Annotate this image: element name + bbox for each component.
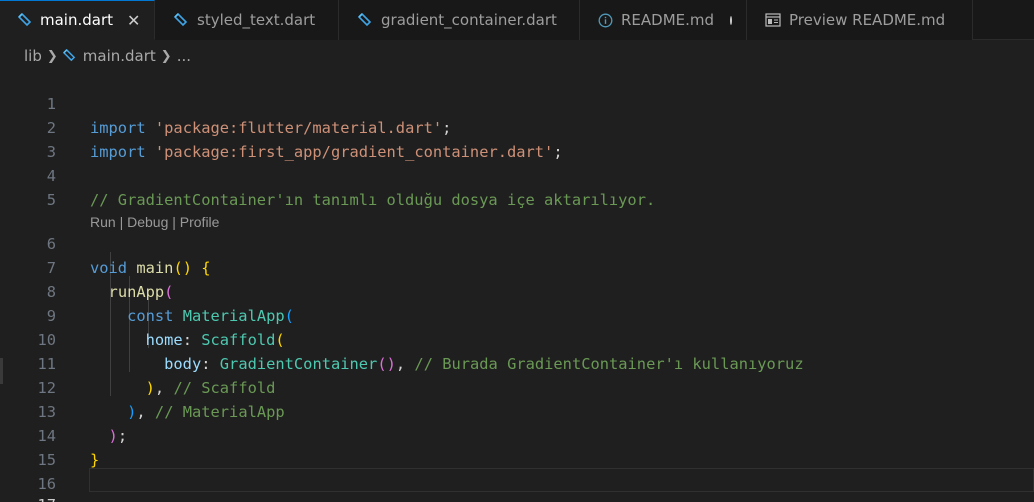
code-line: 14 } <box>0 400 1034 469</box>
tab-main-dart[interactable]: main.dart ✕ <box>0 0 155 40</box>
dart-icon <box>62 49 77 63</box>
tab-gradient-container-dart[interactable]: gradient_container.dart <box>339 0 580 40</box>
breadcrumb-symbols[interactable]: ... <box>177 47 191 65</box>
tab-label: main.dart <box>40 11 114 29</box>
code-line: 13 ); <box>0 376 1034 445</box>
dart-icon <box>173 12 189 28</box>
code-line: 12 ), // MaterialApp <box>0 352 1034 421</box>
chevron-right-icon: ❯ <box>46 48 58 64</box>
code-line: 6 void main() { <box>0 208 1034 277</box>
code-line: 11 ), // Scaffold <box>0 328 1034 397</box>
tab-readme-md[interactable]: README.md <box>580 0 747 40</box>
code-line: 3 <box>0 116 1034 161</box>
tab-label: README.md <box>621 11 715 29</box>
chevron-right-icon: ❯ <box>160 48 172 64</box>
code-line: 2 import 'package:first_app/gradient_con… <box>0 92 1034 161</box>
code-line: 7 runApp( <box>0 232 1034 301</box>
code-line: 8 const MaterialApp( <box>0 256 1034 325</box>
line-number: 17 <box>0 493 56 502</box>
breadcrumb: lib ❯ main.dart ❯ ... <box>0 44 191 68</box>
codelens-row: Run | Debug | Profile <box>0 186 1034 230</box>
tab-label: Preview README.md <box>789 11 946 29</box>
preview-icon <box>765 12 781 28</box>
code-line: 9 home: Scaffold( <box>0 280 1034 349</box>
dart-icon <box>18 12 32 28</box>
breadcrumb-file[interactable]: main.dart <box>83 47 156 65</box>
breadcrumb-folder[interactable]: lib <box>24 47 42 65</box>
tab-styled-text-dart[interactable]: styled_text.dart <box>155 0 339 40</box>
code-line-current: 17 <box>0 469 1034 502</box>
code-line: 15 <box>0 424 1034 469</box>
dart-icon <box>357 12 373 28</box>
code-line: 5 <box>0 164 1034 209</box>
code-line: 4 // GradientContainer'ın tanımlı olduğu… <box>0 140 1034 209</box>
code-line: 10 body: GradientContainer(), // Burada … <box>0 304 1034 373</box>
tab-label: gradient_container.dart <box>381 11 557 29</box>
tab-label: styled_text.dart <box>197 11 316 29</box>
info-icon <box>598 12 613 28</box>
code-editor[interactable]: 1 import 'package:flutter/material.dart'… <box>0 68 1034 502</box>
unsaved-dot-icon[interactable] <box>730 15 732 25</box>
code-line: 1 import 'package:flutter/material.dart'… <box>0 68 1034 137</box>
close-icon[interactable]: ✕ <box>127 11 140 30</box>
editor-tab-bar: main.dart ✕ styled_text.dart gradient_co… <box>0 0 1034 40</box>
tab-preview-readme[interactable]: Preview README.md <box>747 0 973 40</box>
